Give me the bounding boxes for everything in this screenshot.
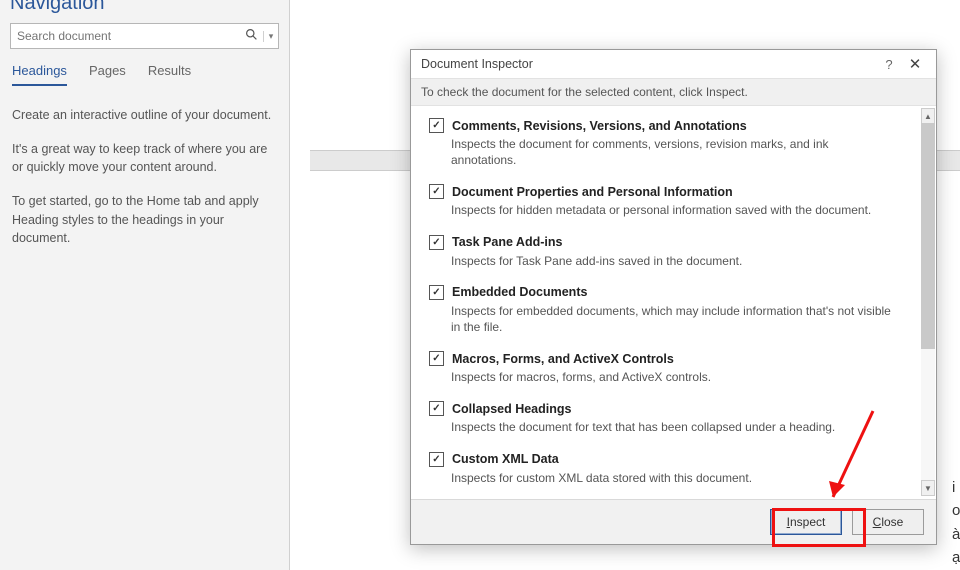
nav-title: Navigation xyxy=(10,0,279,15)
nav-body: Create an interactive outline of your do… xyxy=(12,106,277,247)
inspector-item: ✓ Task Pane Add-ins Inspects for Task Pan… xyxy=(411,229,920,279)
dialog-body: ✓ Comments, Revisions, Versions, and Anno… xyxy=(411,106,936,498)
document-inspector-dialog: Document Inspector ? ✕ To check the docu… xyxy=(410,49,937,545)
checkbox[interactable]: ✓ xyxy=(429,285,444,300)
item-label: Collapsed Headings xyxy=(452,402,571,416)
navigation-pane: Navigation ▾ Headings Pages Results Crea… xyxy=(0,0,290,570)
item-label: Embedded Documents xyxy=(452,285,587,299)
item-desc: Inspects for Task Pane add-ins saved in … xyxy=(451,253,894,269)
tab-results[interactable]: Results xyxy=(148,63,191,86)
close-button[interactable]: Close xyxy=(852,509,924,535)
inspector-item: ✓ Custom XML Data Inspects for custom XML… xyxy=(411,446,920,496)
dialog-footer: Inspect Close xyxy=(411,499,936,544)
item-label: Macros, Forms, and ActiveX Controls xyxy=(452,352,674,366)
inspector-item: ✓ Collapsed Headings Inspects the documen… xyxy=(411,395,920,445)
item-desc: Inspects for hidden metadata or personal… xyxy=(451,202,894,218)
item-desc: Inspects for embedded documents, which m… xyxy=(451,303,894,335)
checkbox[interactable]: ✓ xyxy=(429,118,444,133)
checkbox[interactable]: ✓ xyxy=(429,184,444,199)
inspector-item: ✓ Comments, Revisions, Versions, and Anno… xyxy=(411,112,920,178)
checkbox[interactable]: ✓ xyxy=(429,452,444,467)
search-dropdown[interactable]: ▾ xyxy=(263,31,278,42)
item-label: Comments, Revisions, Versions, and Annot… xyxy=(452,119,747,133)
nav-hint-1: Create an interactive outline of your do… xyxy=(12,106,277,124)
help-button[interactable]: ? xyxy=(876,57,902,72)
nav-hint-2: It's a great way to keep track of where … xyxy=(12,140,277,176)
inspector-item: ✓ Macros, Forms, and ActiveX Controls Ins… xyxy=(411,345,920,395)
inspector-item: ✓ Embedded Documents Inspects for embedde… xyxy=(411,279,920,345)
scroll-thumb[interactable] xyxy=(921,123,935,349)
nav-hint-3: To get started, go to the Home tab and a… xyxy=(12,192,277,246)
scroll-track[interactable] xyxy=(921,123,935,481)
tab-headings[interactable]: Headings xyxy=(12,63,67,86)
page-edge-text: i o à ạ xyxy=(952,476,960,569)
tab-pages[interactable]: Pages xyxy=(89,63,126,86)
checkbox[interactable]: ✓ xyxy=(429,401,444,416)
dialog-subtitle: To check the document for the selected c… xyxy=(411,78,936,106)
checkbox[interactable]: ✓ xyxy=(429,235,444,250)
item-desc: Inspects the document for comments, vers… xyxy=(451,136,894,168)
dialog-titlebar: Document Inspector ? ✕ xyxy=(411,50,936,78)
item-label: Task Pane Add-ins xyxy=(452,235,562,249)
search-box[interactable]: ▾ xyxy=(10,23,279,49)
scroll-up-icon[interactable]: ▲ xyxy=(921,108,935,124)
close-icon[interactable]: ✕ xyxy=(902,55,928,73)
search-input[interactable] xyxy=(11,29,239,43)
inspect-button[interactable]: Inspect xyxy=(770,509,842,535)
item-desc: Inspects for macros, forms, and ActiveX … xyxy=(451,369,894,385)
checkbox[interactable]: ✓ xyxy=(429,351,444,366)
item-label: Document Properties and Personal Informa… xyxy=(452,185,733,199)
dialog-title: Document Inspector xyxy=(421,57,533,71)
search-icon[interactable] xyxy=(239,28,263,44)
scrollbar[interactable]: ▲ ▼ xyxy=(921,108,935,496)
item-desc: Inspects the document for text that has … xyxy=(451,419,894,435)
item-desc: Inspects for custom XML data stored with… xyxy=(451,470,894,486)
item-label: Custom XML Data xyxy=(452,452,559,466)
nav-tabs: Headings Pages Results xyxy=(12,63,277,86)
scroll-down-icon[interactable]: ▼ xyxy=(921,480,935,496)
inspector-item: ✓ Document Properties and Personal Inform… xyxy=(411,178,920,228)
